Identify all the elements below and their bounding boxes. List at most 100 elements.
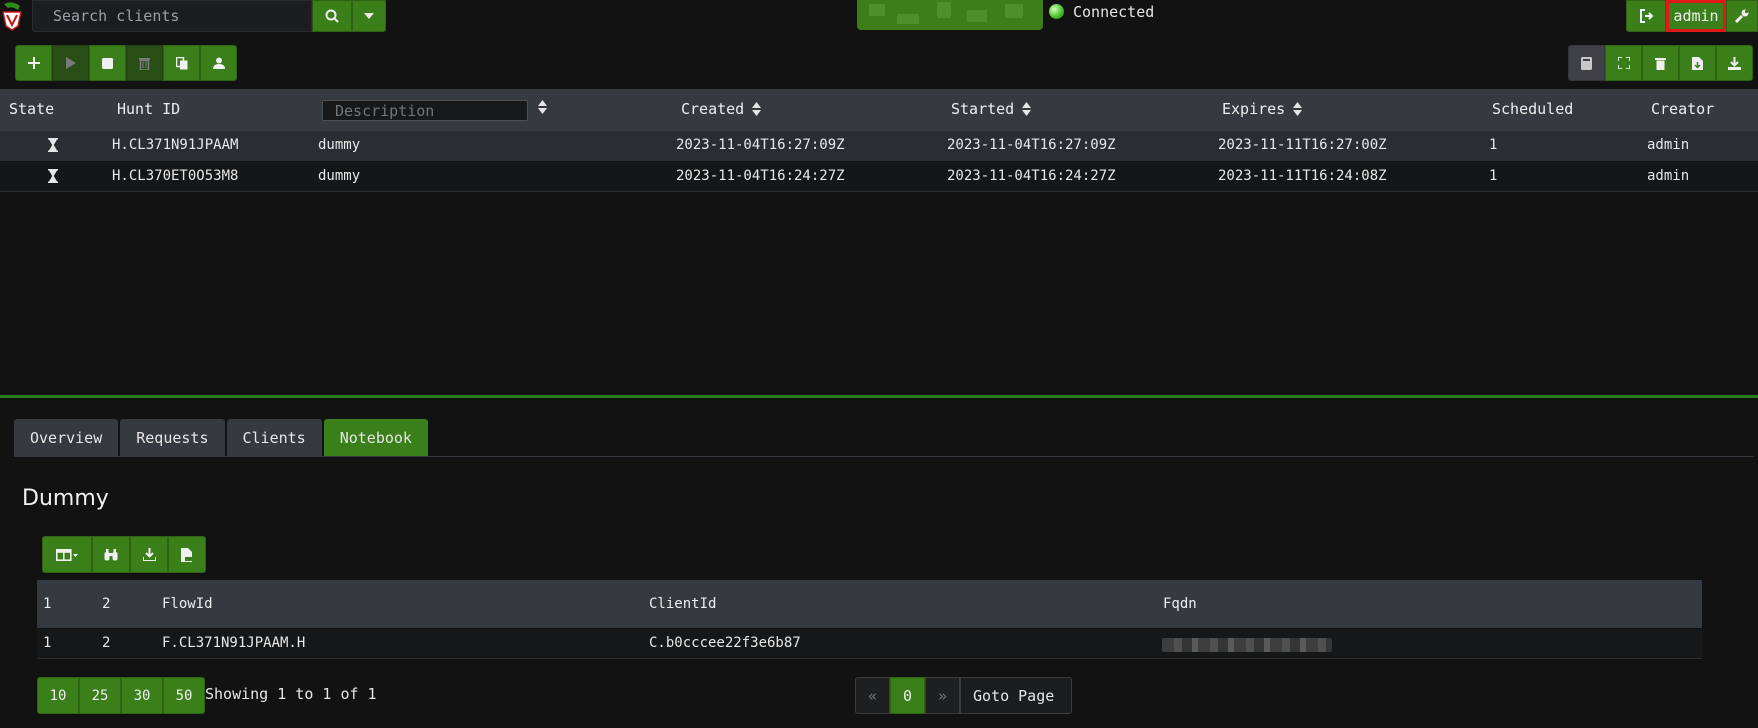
user-menu-button[interactable]: admin <box>1666 0 1726 32</box>
hunt-user-button[interactable] <box>200 45 237 81</box>
server-name-redacted <box>857 0 1043 30</box>
page-size-30-button[interactable]: 30 <box>121 677 163 714</box>
column-1[interactable]: 1 <box>43 596 51 612</box>
pager: « 0 » <box>855 677 1072 714</box>
download-icon <box>1728 56 1741 70</box>
hunt-scheduled: 1 <box>1489 168 1498 184</box>
view-toolbar <box>1568 45 1753 81</box>
current-page-button[interactable]: 0 <box>890 677 925 714</box>
settings-button[interactable] <box>1726 0 1758 32</box>
export-file-button[interactable] <box>1679 45 1716 81</box>
notebook-view-button[interactable] <box>1568 45 1605 81</box>
column-state[interactable]: State <box>9 100 54 118</box>
download-json-button[interactable] <box>130 536 168 573</box>
cell-flow-id[interactable]: F.CL371N91JPAAM.H <box>162 635 305 651</box>
user-icon <box>212 57 225 69</box>
page-size-25-button[interactable]: 25 <box>79 677 121 714</box>
hunt-started: 2023-11-04T16:24:27Z <box>947 168 1116 184</box>
goto-page-input[interactable] <box>960 677 1072 714</box>
download-csv-button[interactable] <box>168 536 206 573</box>
column-selector-button[interactable] <box>42 536 92 573</box>
velociraptor-logo-icon[interactable] <box>0 0 24 32</box>
column-scheduled-label: Scheduled <box>1492 100 1574 118</box>
search-button[interactable] <box>312 0 352 32</box>
sort-icon <box>538 100 547 114</box>
column-fqdn[interactable]: Fqdn <box>1163 596 1197 612</box>
column-creator[interactable]: Creator <box>1651 100 1714 118</box>
hourglass-icon <box>48 169 58 183</box>
stop-hunt-button[interactable] <box>89 45 126 81</box>
top-navbar: Connected admin <box>0 0 1758 34</box>
table-row[interactable]: H.CL370ET0O53M8 dummy 2023-11-04T16:24:2… <box>0 162 1758 192</box>
hunt-detail-tabs: Overview Requests Clients Notebook <box>14 419 428 456</box>
delete-hunt-button[interactable] <box>126 45 163 81</box>
top-right-actions: admin <box>1626 0 1758 32</box>
inspect-button[interactable] <box>92 536 130 573</box>
hunt-creator: admin <box>1647 137 1690 153</box>
delete-notebook-button[interactable] <box>1642 45 1679 81</box>
next-page-button[interactable]: » <box>925 677 960 714</box>
tab-clients[interactable]: Clients <box>226 419 322 456</box>
book-icon <box>1581 56 1592 70</box>
cell-2: 2 <box>102 635 111 651</box>
column-2[interactable]: 2 <box>102 596 110 612</box>
column-expires[interactable]: Expires <box>1222 100 1303 118</box>
column-state-label: State <box>9 100 55 118</box>
trash-icon <box>139 57 150 70</box>
file-export-icon <box>1692 56 1703 70</box>
page-size-50-button[interactable]: 50 <box>163 677 205 714</box>
hunt-id[interactable]: H.CL371N91JPAAM <box>112 137 238 153</box>
search-options-dropdown[interactable] <box>352 0 386 32</box>
sort-icon <box>1022 102 1032 116</box>
notebook-table-header: 1 2 FlowId ClientId Fqdn <box>37 580 1702 628</box>
column-creator-label: Creator <box>1651 100 1715 118</box>
table-row: 1 2 F.CL371N91JPAAM.H C.b0cccee22f3e6b87 <box>37 629 1702 659</box>
cell-1: 1 <box>43 635 52 651</box>
expand-icon <box>1617 57 1630 69</box>
sort-icon <box>1293 102 1303 116</box>
copy-hunt-button[interactable] <box>163 45 200 81</box>
fullscreen-button[interactable] <box>1605 45 1642 81</box>
search-icon <box>325 9 339 23</box>
connection-status-text: Connected <box>1073 3 1155 21</box>
pagination-summary: Showing 1 to 1 of 1 <box>205 685 377 703</box>
hunt-scheduled: 1 <box>1489 137 1498 153</box>
column-description-sort[interactable] <box>538 100 547 114</box>
new-hunt-button[interactable] <box>15 45 52 81</box>
binoculars-icon <box>104 548 118 561</box>
column-client-id[interactable]: ClientId <box>649 596 716 612</box>
hunt-id[interactable]: H.CL370ET0O53M8 <box>112 168 238 184</box>
page-size-10-button[interactable]: 10 <box>37 677 79 714</box>
column-flow-id[interactable]: FlowId <box>162 596 213 612</box>
column-scheduled[interactable]: Scheduled <box>1492 100 1573 118</box>
hunt-expires: 2023-11-11T16:27:00Z <box>1218 137 1387 153</box>
copy-icon <box>175 56 188 70</box>
plus-icon <box>27 57 40 69</box>
cell-client-id[interactable]: C.b0cccee22f3e6b87 <box>649 635 801 651</box>
hourglass-icon <box>48 138 58 152</box>
tab-requests[interactable]: Requests <box>120 419 225 456</box>
logout-button[interactable] <box>1626 0 1666 32</box>
pane-splitter[interactable] <box>0 395 1758 398</box>
tab-overview[interactable]: Overview <box>14 419 119 456</box>
notebook-table-toolbar <box>42 536 206 573</box>
column-hunt-id[interactable]: Hunt ID <box>117 100 180 118</box>
search-input[interactable] <box>32 0 312 32</box>
cell-fqdn-redacted <box>1162 638 1332 652</box>
trash-icon <box>1655 57 1666 70</box>
column-started[interactable]: Started <box>951 100 1032 118</box>
hunts-table-header: State Hunt ID Created Started Expires Sc… <box>0 89 1758 131</box>
tab-notebook[interactable]: Notebook <box>323 419 428 456</box>
column-created-label: Created <box>681 100 745 118</box>
prev-page-button[interactable]: « <box>855 677 890 714</box>
download-button[interactable] <box>1716 45 1753 81</box>
notebook-cell-title: Dummy <box>22 486 109 511</box>
hunt-toolbar <box>15 45 237 81</box>
run-hunt-button[interactable] <box>52 45 89 81</box>
column-created[interactable]: Created <box>681 100 762 118</box>
table-row[interactable]: H.CL371N91JPAAM dummy 2023-11-04T16:27:0… <box>0 131 1758 161</box>
hunt-description: dummy <box>318 168 361 184</box>
description-filter-input[interactable] <box>322 100 528 121</box>
hunt-created: 2023-11-04T16:27:09Z <box>676 137 845 153</box>
hunt-started: 2023-11-04T16:27:09Z <box>947 137 1116 153</box>
